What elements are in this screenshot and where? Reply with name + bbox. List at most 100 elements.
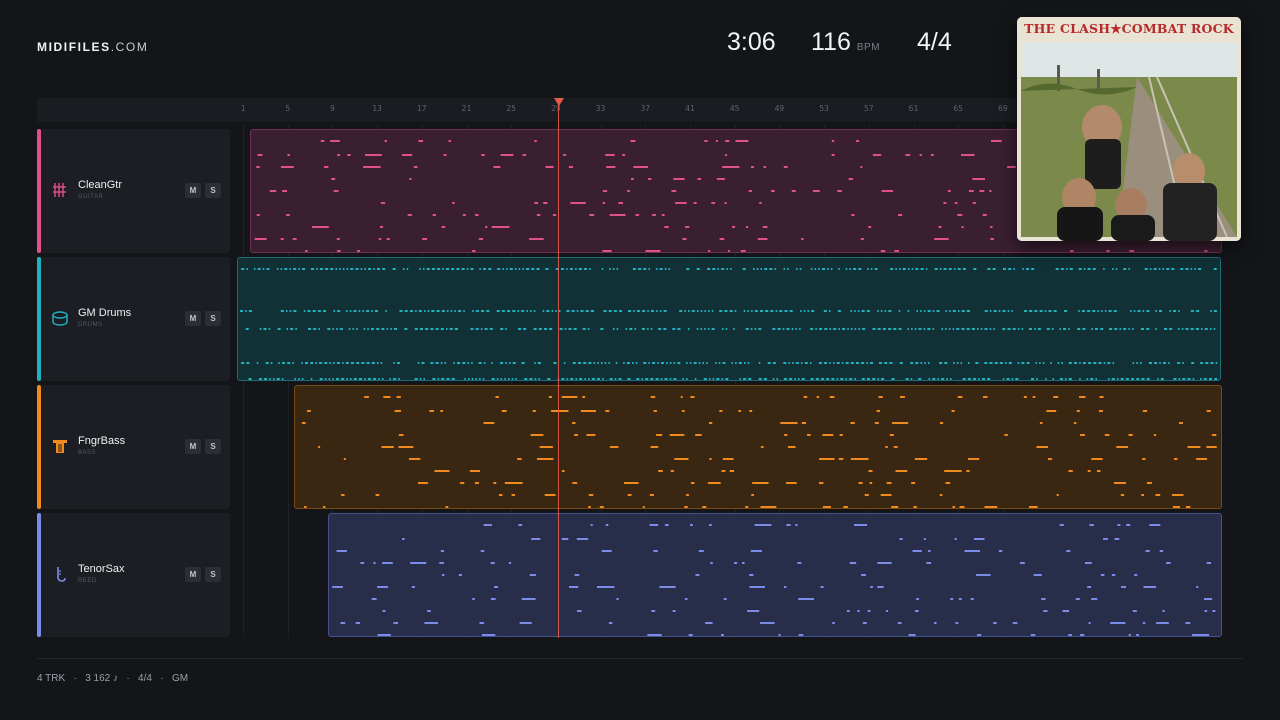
midi-note xyxy=(266,268,270,270)
midi-note xyxy=(1162,610,1165,612)
midi-note xyxy=(932,310,935,312)
midi-note xyxy=(1107,362,1111,364)
track-header-cleangtr[interactable]: CleanGtr GUITAR M S xyxy=(37,129,230,253)
midi-note xyxy=(371,310,373,312)
midi-note xyxy=(1099,396,1104,398)
midi-note xyxy=(877,562,892,564)
midi-note xyxy=(1052,328,1054,330)
midi-clip-gm-drums[interactable] xyxy=(237,257,1221,381)
midi-note xyxy=(319,378,323,380)
midi-note xyxy=(1136,378,1140,380)
midi-clip-fngrbass[interactable] xyxy=(294,385,1222,509)
midi-note xyxy=(1108,310,1112,312)
midi-note xyxy=(358,310,361,312)
midi-note xyxy=(635,214,640,216)
mute-button[interactable]: M xyxy=(185,311,201,326)
midi-note xyxy=(807,310,809,312)
mute-button[interactable]: M xyxy=(185,183,201,198)
midi-note xyxy=(1023,396,1027,398)
playhead-line[interactable] xyxy=(558,100,559,638)
midi-note xyxy=(1196,458,1207,460)
midi-note xyxy=(1047,458,1052,460)
site-logo[interactable]: MIDIFILES.COM xyxy=(37,40,148,54)
mute-button[interactable]: M xyxy=(185,567,201,582)
midi-note xyxy=(881,378,885,380)
track-header-fngrbass[interactable]: FngrBass BASS M S xyxy=(37,385,230,509)
midi-note xyxy=(948,268,952,270)
midi-note xyxy=(688,310,690,312)
midi-note xyxy=(330,140,340,142)
midi-note xyxy=(804,362,808,364)
solo-button[interactable]: S xyxy=(205,567,221,582)
midi-note xyxy=(367,378,371,380)
midi-note xyxy=(1140,362,1142,364)
midi-note xyxy=(1169,310,1171,312)
solo-button[interactable]: S xyxy=(205,311,221,326)
midi-note xyxy=(580,310,584,312)
track-header-tenorsax[interactable]: TenorSax REED M S xyxy=(37,513,230,637)
midi-note xyxy=(1210,328,1212,330)
midi-note xyxy=(717,268,719,270)
midi-note xyxy=(977,328,979,330)
midi-note xyxy=(570,378,574,380)
midi-note xyxy=(958,598,962,600)
midi-note xyxy=(526,268,530,270)
midi-note xyxy=(695,574,700,576)
midi-note xyxy=(517,458,522,460)
midi-clip-tenorsax[interactable] xyxy=(328,513,1222,637)
midi-note xyxy=(838,458,844,460)
midi-note xyxy=(356,362,360,364)
midi-note xyxy=(350,378,352,380)
midi-note xyxy=(1002,328,1006,330)
midi-note xyxy=(961,328,965,330)
midi-note xyxy=(307,310,311,312)
midi-note xyxy=(1146,378,1150,380)
midi-note xyxy=(1112,268,1114,270)
track-header-gm-drums[interactable]: GM Drums DRUMS M S xyxy=(37,257,230,381)
midi-note xyxy=(385,310,387,312)
playhead-handle[interactable] xyxy=(554,98,564,106)
midi-note xyxy=(955,622,959,624)
midi-note xyxy=(659,586,676,588)
midi-note xyxy=(721,470,726,472)
midi-note xyxy=(542,310,545,312)
midi-note xyxy=(977,634,982,636)
solo-button[interactable]: S xyxy=(205,183,221,198)
midi-note xyxy=(298,268,300,270)
midi-note xyxy=(1125,378,1129,380)
midi-note xyxy=(580,410,596,412)
midi-note xyxy=(919,154,922,156)
midi-note xyxy=(687,328,690,330)
midi-note xyxy=(702,506,707,508)
midi-note xyxy=(563,362,566,364)
midi-note xyxy=(719,410,723,412)
midi-note xyxy=(1205,362,1209,364)
midi-note xyxy=(648,178,652,180)
midi-note xyxy=(561,470,565,472)
track-type: GUITAR xyxy=(78,194,104,200)
mute-button[interactable]: M xyxy=(185,439,201,454)
midi-note xyxy=(889,434,894,436)
midi-note xyxy=(1002,378,1005,380)
solo-button[interactable]: S xyxy=(205,439,221,454)
midi-note xyxy=(990,238,994,240)
midi-note xyxy=(682,238,687,240)
midi-note xyxy=(293,310,297,312)
ruler-tick-33: 33 xyxy=(595,104,606,113)
midi-note xyxy=(1037,328,1041,330)
midi-note xyxy=(1203,378,1207,380)
midi-note xyxy=(1153,268,1157,270)
midi-note xyxy=(375,310,378,312)
midi-note xyxy=(386,328,389,330)
midi-note xyxy=(1097,310,1099,312)
midi-note xyxy=(952,310,956,312)
midi-note xyxy=(425,328,429,330)
midi-note xyxy=(774,268,777,270)
midi-note xyxy=(959,506,965,508)
midi-note xyxy=(962,378,966,380)
midi-note xyxy=(920,362,923,364)
midi-note xyxy=(826,378,830,380)
midi-note xyxy=(346,378,348,380)
midi-note xyxy=(730,268,732,270)
midi-note xyxy=(1163,362,1166,364)
